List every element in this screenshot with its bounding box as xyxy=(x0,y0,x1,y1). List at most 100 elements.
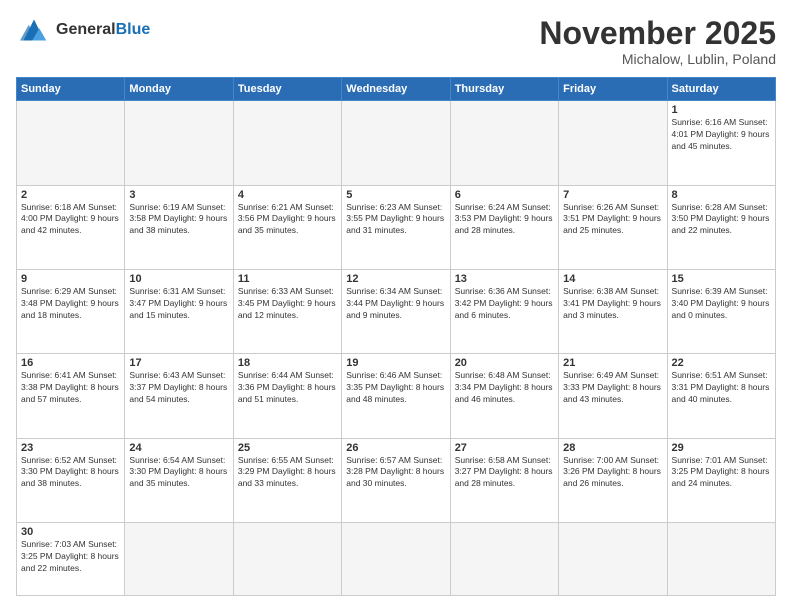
table-row: 24Sunrise: 6:54 AM Sunset: 3:30 PM Dayli… xyxy=(125,438,233,522)
day-number: 17 xyxy=(129,357,228,369)
table-row: 10Sunrise: 6:31 AM Sunset: 3:47 PM Dayli… xyxy=(125,269,233,353)
table-row: 3Sunrise: 6:19 AM Sunset: 3:58 PM Daylig… xyxy=(125,185,233,269)
day-number: 30 xyxy=(21,526,120,538)
day-info: Sunrise: 6:29 AM Sunset: 3:48 PM Dayligh… xyxy=(21,286,120,322)
day-info: Sunrise: 7:00 AM Sunset: 3:26 PM Dayligh… xyxy=(563,455,662,491)
day-info: Sunrise: 6:54 AM Sunset: 3:30 PM Dayligh… xyxy=(129,455,228,491)
day-number: 7 xyxy=(563,189,662,201)
day-number: 25 xyxy=(238,442,337,454)
table-row xyxy=(17,101,125,185)
table-row xyxy=(342,101,450,185)
day-number: 2 xyxy=(21,189,120,201)
table-row: 16Sunrise: 6:41 AM Sunset: 3:38 PM Dayli… xyxy=(17,354,125,438)
day-number: 15 xyxy=(672,273,771,285)
col-friday: Friday xyxy=(559,78,667,101)
day-info: Sunrise: 6:43 AM Sunset: 3:37 PM Dayligh… xyxy=(129,370,228,406)
logo-text: GeneralBlue xyxy=(56,21,150,39)
day-info: Sunrise: 6:18 AM Sunset: 4:00 PM Dayligh… xyxy=(21,202,120,238)
day-info: Sunrise: 6:41 AM Sunset: 3:38 PM Dayligh… xyxy=(21,370,120,406)
table-row: 9Sunrise: 6:29 AM Sunset: 3:48 PM Daylig… xyxy=(17,269,125,353)
day-number: 10 xyxy=(129,273,228,285)
table-row xyxy=(559,101,667,185)
table-row: 29Sunrise: 7:01 AM Sunset: 3:25 PM Dayli… xyxy=(667,438,775,522)
day-number: 8 xyxy=(672,189,771,201)
day-number: 9 xyxy=(21,273,120,285)
table-row: 2Sunrise: 6:18 AM Sunset: 4:00 PM Daylig… xyxy=(17,185,125,269)
day-number: 16 xyxy=(21,357,120,369)
header: GeneralBlue November 2025 Michalow, Lubl… xyxy=(16,16,776,67)
month-title: November 2025 xyxy=(539,16,776,51)
day-number: 28 xyxy=(563,442,662,454)
table-row: 8Sunrise: 6:28 AM Sunset: 3:50 PM Daylig… xyxy=(667,185,775,269)
day-number: 4 xyxy=(238,189,337,201)
table-row xyxy=(342,522,450,595)
day-info: Sunrise: 6:21 AM Sunset: 3:56 PM Dayligh… xyxy=(238,202,337,238)
day-number: 29 xyxy=(672,442,771,454)
day-number: 22 xyxy=(672,357,771,369)
day-info: Sunrise: 6:57 AM Sunset: 3:28 PM Dayligh… xyxy=(346,455,445,491)
day-info: Sunrise: 7:03 AM Sunset: 3:25 PM Dayligh… xyxy=(21,539,120,575)
table-row: 7Sunrise: 6:26 AM Sunset: 3:51 PM Daylig… xyxy=(559,185,667,269)
table-row: 22Sunrise: 6:51 AM Sunset: 3:31 PM Dayli… xyxy=(667,354,775,438)
calendar-week-row: 16Sunrise: 6:41 AM Sunset: 3:38 PM Dayli… xyxy=(17,354,776,438)
table-row: 21Sunrise: 6:49 AM Sunset: 3:33 PM Dayli… xyxy=(559,354,667,438)
day-number: 20 xyxy=(455,357,554,369)
table-row: 25Sunrise: 6:55 AM Sunset: 3:29 PM Dayli… xyxy=(233,438,341,522)
table-row xyxy=(125,101,233,185)
table-row: 15Sunrise: 6:39 AM Sunset: 3:40 PM Dayli… xyxy=(667,269,775,353)
table-row: 17Sunrise: 6:43 AM Sunset: 3:37 PM Dayli… xyxy=(125,354,233,438)
logo: GeneralBlue xyxy=(16,16,150,44)
table-row: 26Sunrise: 6:57 AM Sunset: 3:28 PM Dayli… xyxy=(342,438,450,522)
table-row: 12Sunrise: 6:34 AM Sunset: 3:44 PM Dayli… xyxy=(342,269,450,353)
day-info: Sunrise: 6:51 AM Sunset: 3:31 PM Dayligh… xyxy=(672,370,771,406)
table-row: 1Sunrise: 6:16 AM Sunset: 4:01 PM Daylig… xyxy=(667,101,775,185)
day-number: 27 xyxy=(455,442,554,454)
day-number: 5 xyxy=(346,189,445,201)
day-number: 12 xyxy=(346,273,445,285)
table-row xyxy=(450,101,558,185)
title-block: November 2025 Michalow, Lublin, Poland xyxy=(539,16,776,67)
col-tuesday: Tuesday xyxy=(233,78,341,101)
day-number: 13 xyxy=(455,273,554,285)
calendar-week-row: 23Sunrise: 6:52 AM Sunset: 3:30 PM Dayli… xyxy=(17,438,776,522)
page: GeneralBlue November 2025 Michalow, Lubl… xyxy=(0,0,792,612)
day-info: Sunrise: 6:19 AM Sunset: 3:58 PM Dayligh… xyxy=(129,202,228,238)
location-subtitle: Michalow, Lublin, Poland xyxy=(539,51,776,67)
day-number: 6 xyxy=(455,189,554,201)
day-number: 19 xyxy=(346,357,445,369)
day-info: Sunrise: 6:31 AM Sunset: 3:47 PM Dayligh… xyxy=(129,286,228,322)
day-info: Sunrise: 6:44 AM Sunset: 3:36 PM Dayligh… xyxy=(238,370,337,406)
logo-icon xyxy=(16,16,52,44)
day-info: Sunrise: 6:34 AM Sunset: 3:44 PM Dayligh… xyxy=(346,286,445,322)
col-thursday: Thursday xyxy=(450,78,558,101)
day-info: Sunrise: 6:46 AM Sunset: 3:35 PM Dayligh… xyxy=(346,370,445,406)
col-monday: Monday xyxy=(125,78,233,101)
calendar-week-row: 1Sunrise: 6:16 AM Sunset: 4:01 PM Daylig… xyxy=(17,101,776,185)
calendar-week-row: 9Sunrise: 6:29 AM Sunset: 3:48 PM Daylig… xyxy=(17,269,776,353)
col-saturday: Saturday xyxy=(667,78,775,101)
day-info: Sunrise: 6:48 AM Sunset: 3:34 PM Dayligh… xyxy=(455,370,554,406)
table-row: 4Sunrise: 6:21 AM Sunset: 3:56 PM Daylig… xyxy=(233,185,341,269)
col-sunday: Sunday xyxy=(17,78,125,101)
day-info: Sunrise: 6:23 AM Sunset: 3:55 PM Dayligh… xyxy=(346,202,445,238)
table-row: 20Sunrise: 6:48 AM Sunset: 3:34 PM Dayli… xyxy=(450,354,558,438)
day-info: Sunrise: 6:55 AM Sunset: 3:29 PM Dayligh… xyxy=(238,455,337,491)
calendar-table: Sunday Monday Tuesday Wednesday Thursday… xyxy=(16,77,776,596)
table-row: 19Sunrise: 6:46 AM Sunset: 3:35 PM Dayli… xyxy=(342,354,450,438)
day-number: 23 xyxy=(21,442,120,454)
table-row: 27Sunrise: 6:58 AM Sunset: 3:27 PM Dayli… xyxy=(450,438,558,522)
day-number: 18 xyxy=(238,357,337,369)
table-row: 11Sunrise: 6:33 AM Sunset: 3:45 PM Dayli… xyxy=(233,269,341,353)
table-row: 6Sunrise: 6:24 AM Sunset: 3:53 PM Daylig… xyxy=(450,185,558,269)
day-number: 21 xyxy=(563,357,662,369)
day-info: Sunrise: 6:39 AM Sunset: 3:40 PM Dayligh… xyxy=(672,286,771,322)
table-row: 30Sunrise: 7:03 AM Sunset: 3:25 PM Dayli… xyxy=(17,522,125,595)
table-row: 28Sunrise: 7:00 AM Sunset: 3:26 PM Dayli… xyxy=(559,438,667,522)
col-wednesday: Wednesday xyxy=(342,78,450,101)
day-info: Sunrise: 6:36 AM Sunset: 3:42 PM Dayligh… xyxy=(455,286,554,322)
day-info: Sunrise: 7:01 AM Sunset: 3:25 PM Dayligh… xyxy=(672,455,771,491)
calendar-header-row: Sunday Monday Tuesday Wednesday Thursday… xyxy=(17,78,776,101)
table-row xyxy=(450,522,558,595)
table-row: 14Sunrise: 6:38 AM Sunset: 3:41 PM Dayli… xyxy=(559,269,667,353)
table-row: 5Sunrise: 6:23 AM Sunset: 3:55 PM Daylig… xyxy=(342,185,450,269)
